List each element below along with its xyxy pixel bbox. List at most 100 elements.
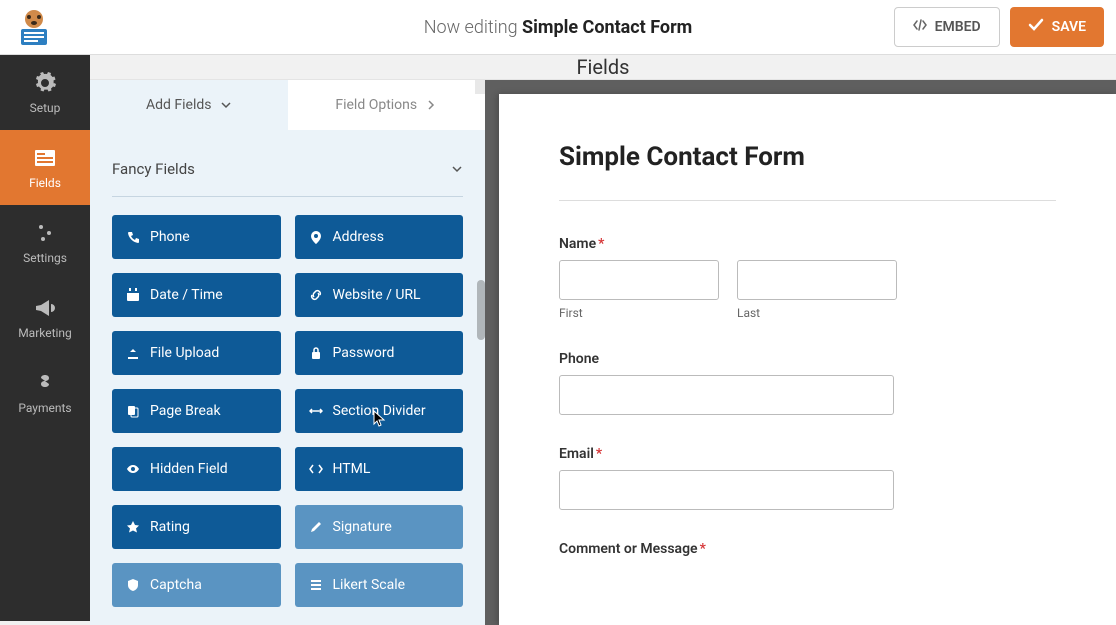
field-btn-date-time[interactable]: Date / Time xyxy=(112,273,281,317)
required-marker: * xyxy=(596,446,602,462)
code-icon xyxy=(309,462,323,476)
form-preview-shell: Simple Contact Form Name* First Last xyxy=(485,80,1116,625)
nav-setup[interactable]: Setup xyxy=(0,55,90,130)
sublabel: First xyxy=(559,306,719,320)
left-nav: Setup Fields Settings Marketing Payments xyxy=(0,55,90,621)
code-icon xyxy=(913,18,927,36)
app-logo xyxy=(12,5,56,49)
star-icon xyxy=(126,520,140,534)
section-fancy-fields[interactable]: Fancy Fields xyxy=(112,150,463,197)
shield-icon xyxy=(126,578,140,592)
first-name-input[interactable] xyxy=(559,260,719,300)
field-label: Name* xyxy=(559,236,604,252)
field-btn-website-url[interactable]: Website / URL xyxy=(295,273,464,317)
nav-payments[interactable]: Payments xyxy=(0,355,90,430)
field-btn-label: Captcha xyxy=(150,577,202,593)
scrollbar-thumb[interactable] xyxy=(477,280,485,340)
lock-icon xyxy=(309,346,323,360)
arrows-icon xyxy=(309,404,323,418)
save-button-label: SAVE xyxy=(1052,19,1086,35)
nav-settings[interactable]: Settings xyxy=(0,205,90,280)
field-btn-likert-scale[interactable]: Likert Scale xyxy=(295,563,464,607)
phone-input[interactable] xyxy=(559,375,894,415)
check-icon xyxy=(1028,17,1044,37)
pen-icon xyxy=(309,520,323,534)
email-input[interactable] xyxy=(559,470,894,510)
megaphone-icon xyxy=(33,296,57,320)
field-btn-page-break[interactable]: Page Break xyxy=(112,389,281,433)
phone-icon xyxy=(126,230,140,244)
field-btn-label: Section Divider xyxy=(333,403,426,419)
field-btn-phone[interactable]: Phone xyxy=(112,215,281,259)
field-btn-file-upload[interactable]: File Upload xyxy=(112,331,281,375)
field-btn-label: Signature xyxy=(333,519,392,535)
sliders-icon xyxy=(33,221,57,245)
field-btn-label: Hidden Field xyxy=(150,461,228,477)
field-btn-label: Password xyxy=(333,345,395,361)
chevron-right-icon xyxy=(425,99,437,111)
chevron-down-icon xyxy=(451,163,463,175)
field-btn-label: Likert Scale xyxy=(333,577,406,593)
form-icon xyxy=(33,146,57,170)
divider xyxy=(559,200,1056,201)
dollar-icon xyxy=(33,371,57,395)
editing-prefix: Now editing xyxy=(424,17,522,38)
copy-icon xyxy=(126,404,140,418)
nav-marketing[interactable]: Marketing xyxy=(0,280,90,355)
field-label: Phone xyxy=(559,351,599,367)
editing-form-name: Simple Contact Form xyxy=(522,17,692,38)
required-marker: * xyxy=(700,541,706,557)
sublabel: Last xyxy=(737,306,897,320)
nav-fields[interactable]: Fields xyxy=(0,130,90,205)
field-btn-address[interactable]: Address xyxy=(295,215,464,259)
section-title: Fancy Fields xyxy=(112,160,195,178)
field-btn-label: File Upload xyxy=(150,345,219,361)
form-preview: Simple Contact Form Name* First Last xyxy=(499,94,1116,625)
field-btn-signature[interactable]: Signature xyxy=(295,505,464,549)
field-email[interactable]: Email* xyxy=(559,443,1056,510)
upload-icon xyxy=(126,346,140,360)
link-icon xyxy=(309,288,323,302)
panel-tabs: Add Fields Field Options xyxy=(90,80,485,130)
field-btn-html[interactable]: HTML xyxy=(295,447,464,491)
nav-label: Payments xyxy=(18,401,71,415)
field-btn-label: HTML xyxy=(333,461,371,477)
eye-icon xyxy=(126,462,140,476)
field-btn-label: Rating xyxy=(150,519,190,535)
page-title: Now editing Simple Contact Form xyxy=(424,17,693,38)
panel-header: Fields xyxy=(90,55,1116,80)
list-icon xyxy=(309,578,323,592)
field-btn-captcha[interactable]: Captcha xyxy=(112,563,281,607)
tab-label: Add Fields xyxy=(146,97,212,113)
field-phone[interactable]: Phone xyxy=(559,348,1056,415)
nav-label: Settings xyxy=(23,251,67,265)
last-name-input[interactable] xyxy=(737,260,897,300)
nav-label: Marketing xyxy=(18,326,72,340)
field-btn-label: Date / Time xyxy=(150,287,223,303)
field-label: Email* xyxy=(559,446,602,462)
field-comment[interactable]: Comment or Message* xyxy=(559,538,1056,565)
tab-add-fields[interactable]: Add Fields xyxy=(90,80,288,130)
tab-label: Field Options xyxy=(335,97,417,113)
field-btn-label: Phone xyxy=(150,229,190,245)
top-actions: EMBED SAVE xyxy=(894,7,1104,47)
tab-field-options[interactable]: Field Options xyxy=(288,80,486,130)
field-grid: Phone Address Date / Time Website / URL File… xyxy=(90,197,485,625)
field-btn-label: Address xyxy=(333,229,384,245)
embed-button[interactable]: EMBED xyxy=(894,7,1000,47)
field-btn-hidden-field[interactable]: Hidden Field xyxy=(112,447,281,491)
field-btn-label: Website / URL xyxy=(333,287,421,303)
save-button[interactable]: SAVE xyxy=(1010,7,1104,47)
field-btn-rating[interactable]: Rating xyxy=(112,505,281,549)
embed-button-label: EMBED xyxy=(935,19,981,35)
field-btn-section-divider[interactable]: Section Divider xyxy=(295,389,464,433)
topbar: Now editing Simple Contact Form EMBED SA… xyxy=(0,0,1116,55)
scrollbar-track[interactable] xyxy=(475,80,485,94)
gear-icon xyxy=(33,71,57,95)
calendar-icon xyxy=(126,288,140,302)
field-name[interactable]: Name* First Last xyxy=(559,233,1056,320)
field-label: Comment or Message* xyxy=(559,541,706,557)
field-btn-password[interactable]: Password xyxy=(295,331,464,375)
required-marker: * xyxy=(598,236,604,252)
form-title: Simple Contact Form xyxy=(559,142,1056,172)
